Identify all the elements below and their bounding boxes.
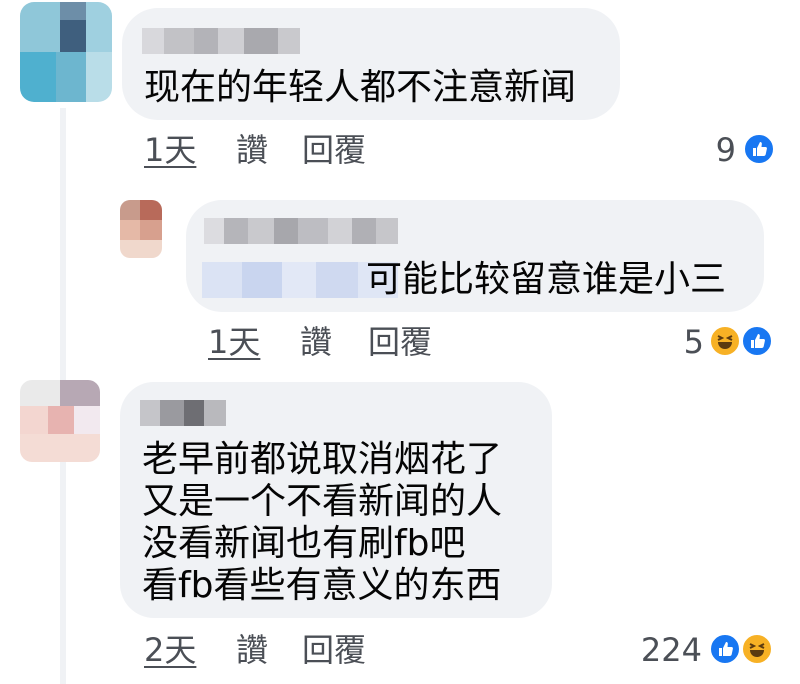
like-icon[interactable] [740, 324, 774, 358]
comment-bubble: 现在的年轻人都不注意新闻 [122, 8, 620, 120]
avatar[interactable] [120, 200, 162, 258]
like-icon[interactable] [708, 632, 742, 666]
like-action-button[interactable]: 讚 [236, 632, 268, 668]
commenter-name-blurred[interactable] [142, 28, 300, 54]
haha-icon[interactable] [740, 632, 774, 666]
comment-bubble: 可能比较留意谁是小三 [186, 200, 764, 312]
reaction-count[interactable]: 9 [690, 132, 736, 168]
comment-timestamp[interactable]: 1天 [208, 324, 260, 360]
reaction-count[interactable]: 5 [670, 324, 704, 360]
comment-timestamp[interactable]: 2天 [144, 632, 196, 668]
comment-text-line: 没看新闻也有刷fb吧 [142, 523, 466, 564]
like-action-button[interactable]: 讚 [300, 324, 332, 360]
comment-text-line: 老早前都说取消烟花了 [142, 439, 503, 480]
commenter-name-blurred[interactable] [204, 218, 398, 244]
reaction-count[interactable]: 224 [630, 632, 702, 668]
reply-action-button[interactable]: 回覆 [368, 324, 432, 360]
comment-text: 可能比较留意谁是小三 [366, 259, 727, 300]
avatar[interactable] [20, 380, 100, 462]
reply-action-button[interactable]: 回覆 [302, 632, 366, 668]
like-icon[interactable] [742, 132, 776, 166]
commenter-name-blurred[interactable] [140, 400, 226, 426]
comment-bubble: 老早前都说取消烟花了 又是一个不看新闻的人 没看新闻也有刷fb吧 看fb看些有意… [120, 382, 552, 618]
comment-text: 现在的年轻人都不注意新闻 [144, 67, 577, 108]
avatar[interactable] [20, 2, 112, 102]
comment-text-line: 又是一个不看新闻的人 [142, 481, 503, 522]
reply-action-button[interactable]: 回覆 [302, 132, 366, 168]
like-action-button[interactable]: 讚 [236, 132, 268, 168]
comment-timestamp[interactable]: 1天 [144, 132, 196, 168]
haha-icon[interactable] [708, 324, 742, 358]
comment-text-line: 看fb看些有意义的东西 [142, 565, 502, 606]
